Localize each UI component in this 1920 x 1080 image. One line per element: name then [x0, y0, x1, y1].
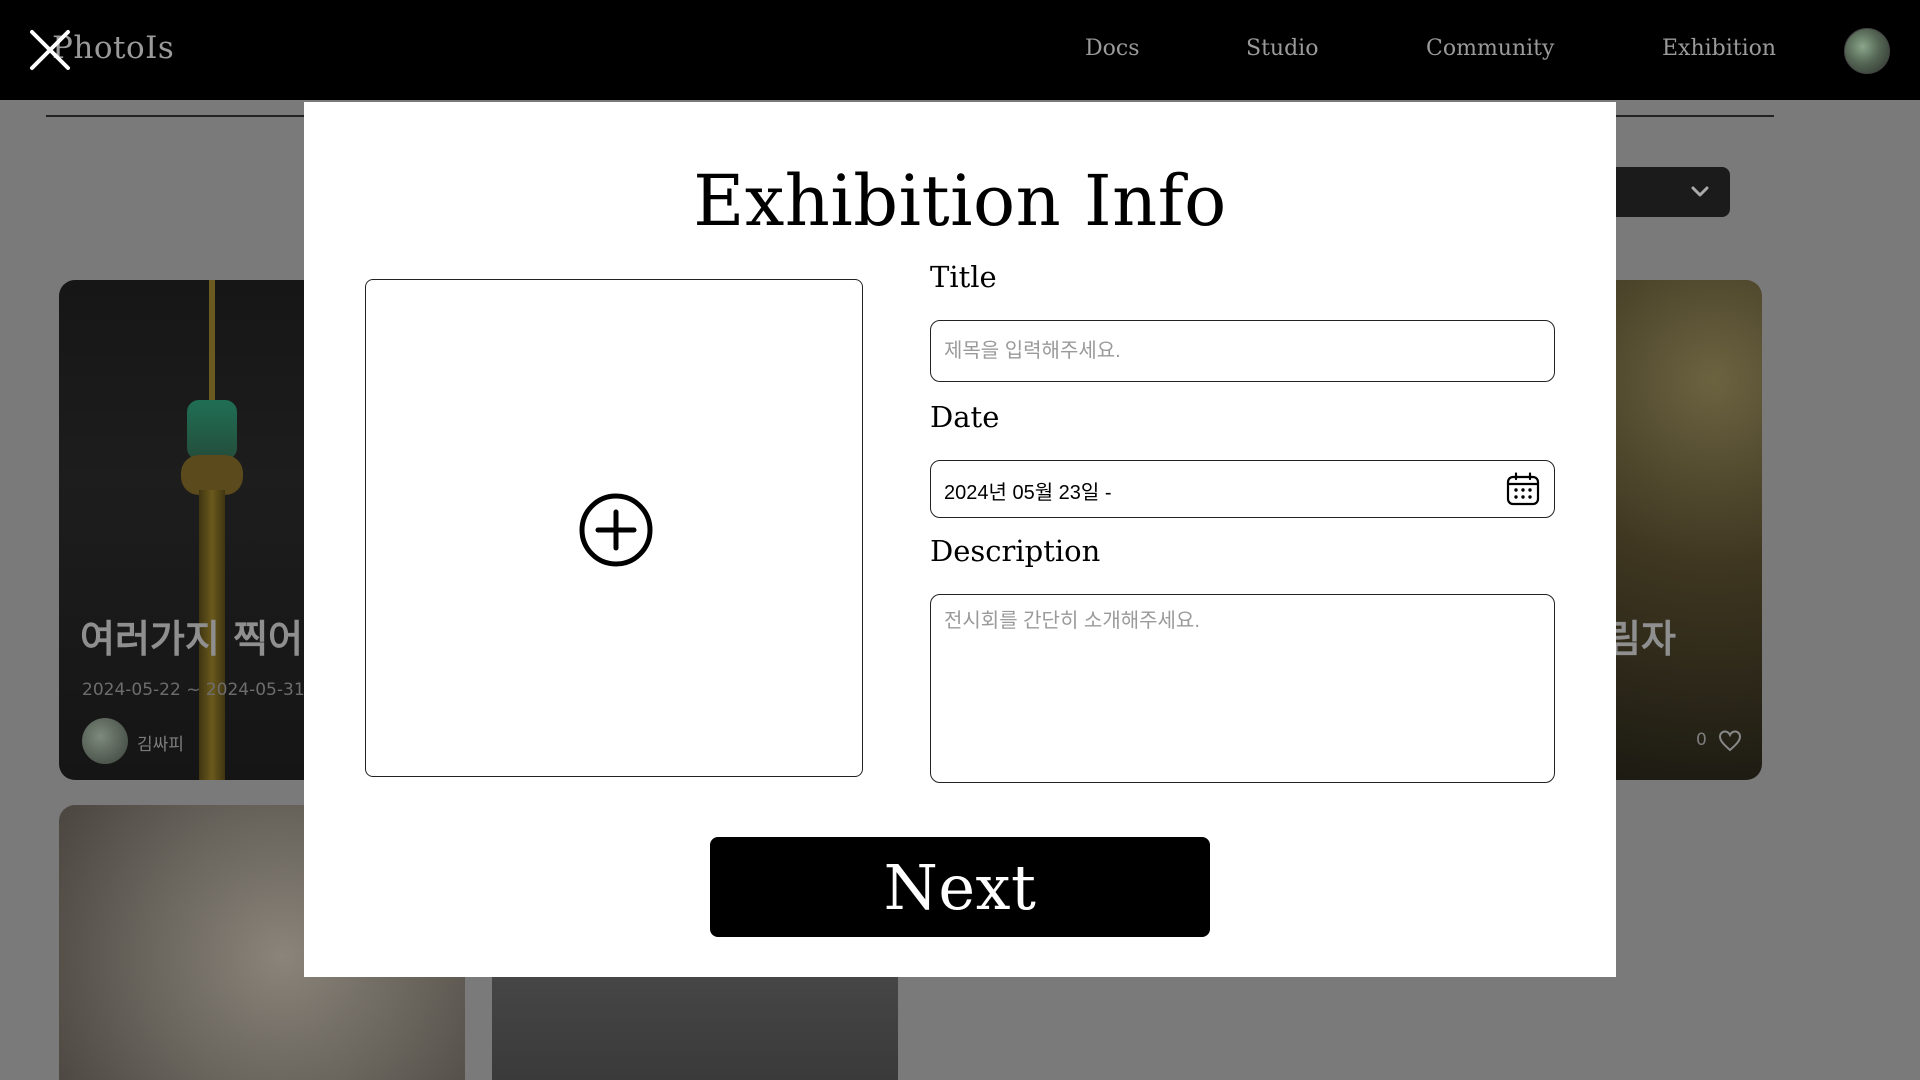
top-nav-bar: PhotoIs Docs Studio Community Exhibition	[0, 0, 1920, 100]
card-author: 김싸피	[137, 735, 184, 755]
card-title: 여러가지 찍어	[80, 617, 303, 661]
date-label: Date	[930, 400, 1000, 434]
nav-exhibition[interactable]: Exhibition	[1662, 36, 1776, 61]
avatar	[82, 718, 128, 764]
modal-title: Exhibition Info	[693, 160, 1227, 242]
next-button[interactable]: Next	[710, 837, 1210, 937]
description-label: Description	[930, 534, 1101, 568]
tower-image-top	[187, 400, 237, 460]
nav-studio[interactable]: Studio	[1246, 36, 1318, 61]
card-title: 림자	[1606, 617, 1676, 661]
tower-image-mast	[209, 280, 215, 410]
image-upload-area[interactable]	[365, 279, 863, 777]
avatar[interactable]	[1844, 28, 1890, 74]
chevron-down-icon	[1691, 186, 1709, 197]
like-count: 0	[1696, 730, 1707, 750]
nav-community[interactable]: Community	[1426, 36, 1554, 61]
title-label: Title	[930, 260, 997, 294]
title-input[interactable]	[930, 320, 1555, 382]
exhibition-card[interactable]	[1600, 280, 1762, 780]
plus-circle-icon	[579, 493, 653, 567]
nav-docs[interactable]: Docs	[1085, 36, 1140, 61]
date-value: 2024년 05월 23일 -	[944, 482, 1112, 504]
calendar-icon[interactable]	[1506, 472, 1540, 506]
close-icon[interactable]	[28, 28, 72, 72]
date-field[interactable]: 2024년 05월 23일 -	[930, 460, 1555, 518]
description-input[interactable]	[930, 594, 1555, 783]
card-date: 2024-05-22 ~ 2024-05-31	[82, 680, 305, 700]
exhibition-info-modal: Exhibition Info Title Date 2024년 05월 23일…	[304, 102, 1616, 977]
heart-icon[interactable]	[1718, 730, 1742, 752]
tower-image-ring	[181, 455, 243, 495]
